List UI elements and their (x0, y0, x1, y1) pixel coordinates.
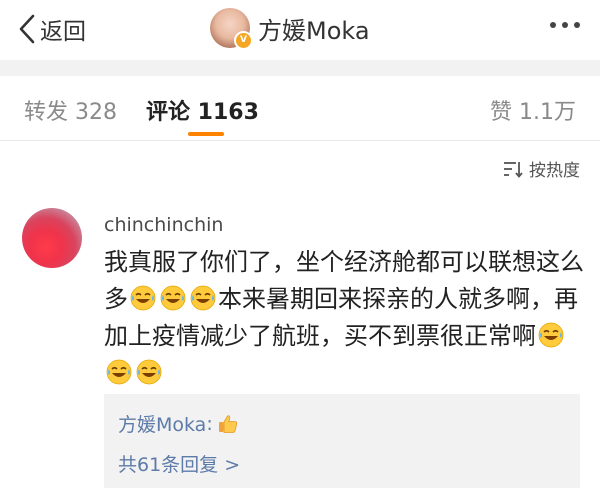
avatar[interactable]: V (210, 8, 253, 50)
reply-author[interactable]: 方媛Moka (118, 410, 206, 437)
profile-header[interactable]: V 方媛Moka (210, 6, 370, 50)
laughing-with-tears-emoji (160, 285, 186, 311)
sort-button[interactable]: 按热度 (503, 156, 580, 181)
page-title: 方媛Moka (258, 16, 370, 45)
view-replies-link[interactable]: 共61条回复 > (118, 450, 240, 477)
thumbs-up-emoji (218, 414, 237, 433)
navigation-bar: 返回 V 方媛Moka (0, 0, 600, 60)
divider (0, 140, 600, 141)
sort-label: 按热度 (529, 161, 580, 181)
laughing-with-tears-emoji (190, 285, 216, 311)
section-divider (0, 60, 600, 76)
tab-like[interactable]: 赞 1.1万 (490, 94, 576, 126)
verified-badge-icon: V (234, 31, 253, 50)
comment-username[interactable]: chinchinchin (104, 214, 223, 236)
chevron-left-icon (19, 14, 35, 44)
tab-bar: 转发 328 评论 1163 赞 1.1万 (0, 76, 600, 140)
back-label: 返回 (40, 19, 86, 45)
laughing-with-tears-emoji (538, 322, 564, 348)
comment-text: 我真服了你们了，坐个经济舱都可以联想这么多 本来暑期回来探亲的人就多啊，再加上疫情… (104, 244, 584, 392)
laughing-with-tears-emoji (136, 359, 162, 385)
tab-repost[interactable]: 转发 328 (24, 94, 117, 126)
tab-comment[interactable]: 评论 1163 (146, 94, 259, 126)
avatar[interactable] (22, 208, 82, 268)
more-dots-icon[interactable] (550, 22, 580, 28)
back-button[interactable]: 返回 (18, 12, 86, 46)
reply-preview[interactable]: 方媛Moka : 共61条回复 > (104, 394, 580, 488)
sort-icon (504, 161, 523, 178)
active-tab-indicator (188, 132, 224, 136)
reply-colon: : (206, 412, 213, 435)
reply-line: 方媛Moka : (118, 410, 239, 437)
laughing-with-tears-emoji (106, 359, 132, 385)
laughing-with-tears-emoji (130, 285, 156, 311)
